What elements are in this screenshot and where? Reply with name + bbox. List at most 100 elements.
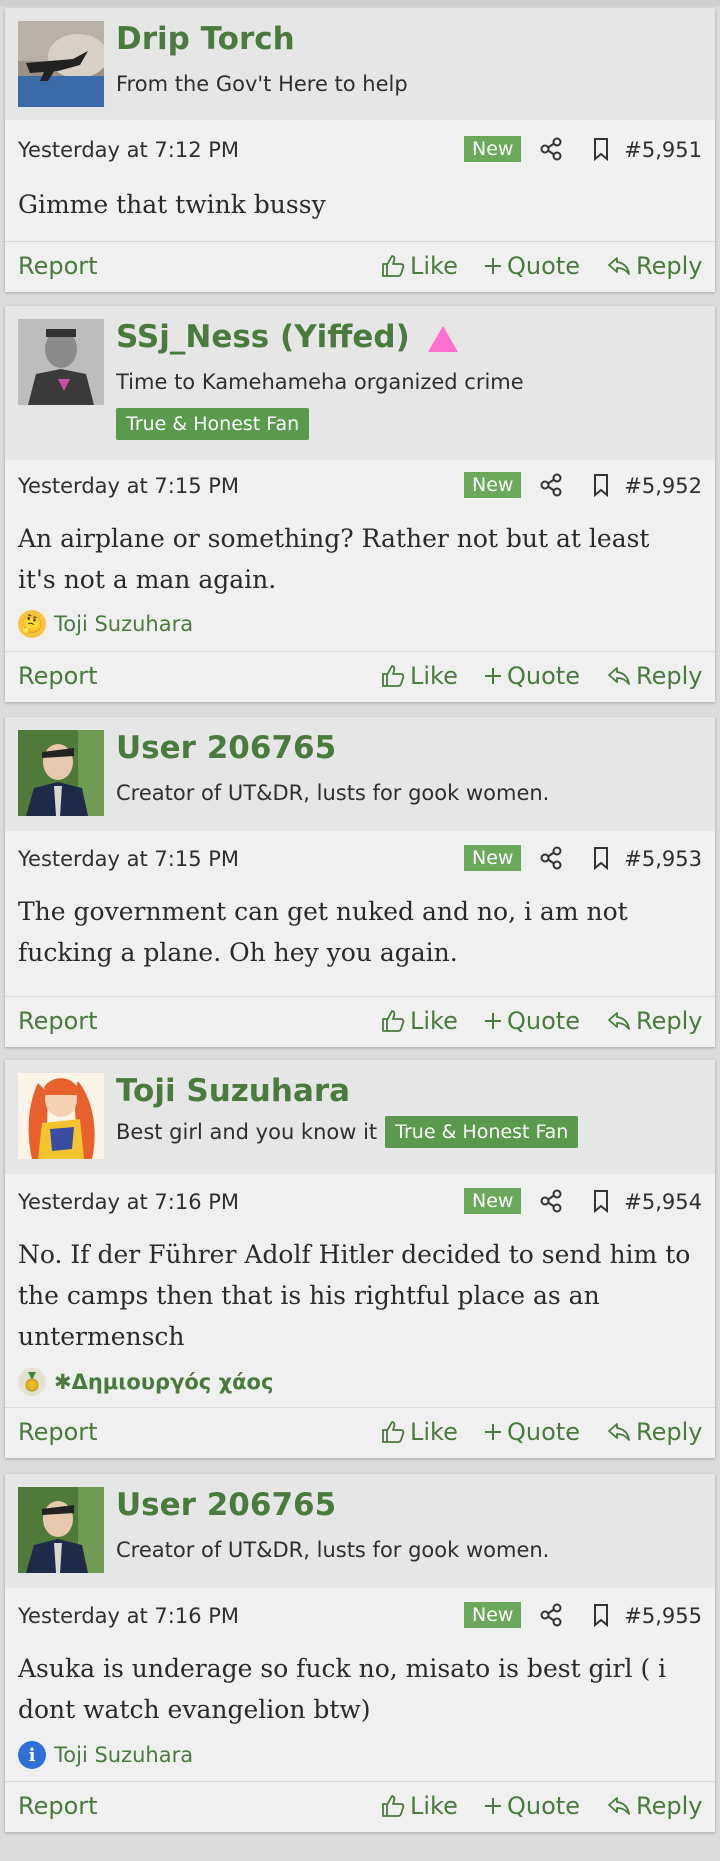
post-number[interactable]: #5,951: [624, 138, 702, 162]
quote-button[interactable]: Quote: [483, 252, 580, 280]
plus-icon: [485, 1424, 501, 1440]
like-label: Like: [410, 662, 458, 690]
like-button[interactable]: Like: [380, 1792, 458, 1820]
avatar[interactable]: [18, 1487, 104, 1573]
reply-label: Reply: [636, 1792, 703, 1820]
post-header: User 206765 Creator of UT&DR, lusts for …: [5, 1474, 715, 1588]
new-badge: New: [464, 1188, 522, 1214]
post-footer: Report Like Quote Reply: [5, 241, 715, 292]
reply-icon: [608, 1423, 630, 1441]
post-number[interactable]: #5,953: [624, 847, 702, 871]
new-badge: New: [464, 472, 522, 498]
post-meta: Yesterday at 7:16 PM New #5,955: [18, 1602, 702, 1632]
bookmark-icon[interactable]: [588, 472, 614, 503]
post-date[interactable]: Yesterday at 7:16 PM: [18, 1604, 239, 1628]
like-button[interactable]: Like: [380, 252, 458, 280]
username[interactable]: Toji Suzuhara: [116, 1073, 350, 1109]
reply-button[interactable]: Reply: [606, 1007, 702, 1035]
like-button[interactable]: Like: [380, 662, 458, 690]
reply-button[interactable]: Reply: [606, 1792, 702, 1820]
quote-label: Quote: [507, 662, 580, 690]
post-5954: Toji Suzuhara Best girl and you know it …: [5, 1060, 715, 1458]
report-button[interactable]: Report: [18, 662, 98, 690]
share-icon[interactable]: [538, 472, 564, 503]
plus-icon: [485, 1798, 501, 1814]
thumbs-up-icon: [382, 1795, 405, 1817]
post-5955: User 206765 Creator of UT&DR, lusts for …: [5, 1474, 715, 1832]
reply-icon: [608, 1797, 630, 1815]
quote-button[interactable]: Quote: [483, 1792, 580, 1820]
username[interactable]: Drip Torch: [116, 21, 295, 57]
reply-button[interactable]: Reply: [606, 1418, 702, 1446]
share-icon[interactable]: [538, 1602, 564, 1633]
quote-button[interactable]: Quote: [483, 662, 580, 690]
thumbs-up-icon: [382, 1421, 405, 1443]
post-body: Asuka is underage so fuck no, misato is …: [18, 1654, 667, 1724]
report-button[interactable]: Report: [18, 1792, 98, 1820]
like-label: Like: [410, 252, 458, 280]
post-footer: Report Like Quote Reply: [5, 651, 715, 702]
info-icon: i: [18, 1741, 46, 1769]
post-header: User 206765 Creator of UT&DR, lusts for …: [5, 717, 715, 831]
user-banner: True & Honest Fan: [385, 1116, 579, 1148]
avatar[interactable]: [18, 21, 104, 107]
post-number[interactable]: #5,954: [624, 1190, 702, 1214]
quote-label: Quote: [507, 252, 580, 280]
post-number[interactable]: #5,952: [624, 474, 702, 498]
quote-button[interactable]: Quote: [483, 1418, 580, 1446]
thumbs-up-icon: [382, 255, 405, 277]
reaction-bar[interactable]: i Toji Suzuhara: [18, 1740, 193, 1770]
post-date[interactable]: Yesterday at 7:15 PM: [18, 474, 239, 498]
reaction-bar[interactable]: ✱Δημιουργός χάος: [18, 1367, 273, 1397]
reply-button[interactable]: Reply: [606, 662, 702, 690]
reply-icon: [608, 257, 630, 275]
avatar[interactable]: [18, 730, 104, 816]
quote-label: Quote: [507, 1418, 580, 1446]
post-date[interactable]: Yesterday at 7:12 PM: [18, 138, 239, 162]
reply-label: Reply: [636, 1007, 703, 1035]
post-body: The government can get nuked and no, i a…: [18, 897, 628, 967]
username-row: SSj_Ness (Yiffed): [116, 319, 459, 355]
username[interactable]: SSj_Ness (Yiffed): [116, 319, 410, 355]
post-meta: Yesterday at 7:15 PM New #5,952: [18, 472, 702, 502]
share-icon[interactable]: [538, 136, 564, 167]
plus-icon: [485, 668, 501, 684]
reply-label: Reply: [636, 252, 703, 280]
reply-label: Reply: [636, 662, 703, 690]
avatar[interactable]: [18, 1073, 104, 1159]
like-button[interactable]: Like: [380, 1007, 458, 1035]
reaction-users[interactable]: Toji Suzuhara: [54, 612, 193, 636]
username[interactable]: User 206765: [116, 1487, 336, 1523]
new-badge: New: [464, 1602, 522, 1628]
bookmark-icon[interactable]: [588, 1188, 614, 1219]
thumbs-up-icon: [382, 1010, 405, 1032]
reaction-users[interactable]: ✱Δημιουργός χάος: [54, 1370, 273, 1394]
avatar[interactable]: [18, 319, 104, 405]
share-icon[interactable]: [538, 845, 564, 876]
share-icon[interactable]: [538, 1188, 564, 1219]
like-button[interactable]: Like: [380, 1418, 458, 1446]
reply-button[interactable]: Reply: [606, 252, 702, 280]
reply-label: Reply: [636, 1418, 703, 1446]
plus-icon: [485, 258, 501, 274]
post-number[interactable]: #5,955: [624, 1604, 702, 1628]
post-date[interactable]: Yesterday at 7:16 PM: [18, 1190, 239, 1214]
reaction-bar[interactable]: 🤔 Toji Suzuhara: [18, 609, 193, 639]
report-button[interactable]: Report: [18, 1418, 98, 1446]
thumbs-up-icon: [382, 665, 405, 687]
report-button[interactable]: Report: [18, 1007, 98, 1035]
bookmark-icon[interactable]: [588, 1602, 614, 1633]
user-title: Time to Kamehameha organized crime: [116, 370, 524, 394]
bookmark-icon[interactable]: [588, 136, 614, 167]
post-date[interactable]: Yesterday at 7:15 PM: [18, 847, 239, 871]
reaction-users[interactable]: Toji Suzuhara: [54, 1743, 193, 1767]
post-body: No. If der Führer Adolf Hitler decided t…: [18, 1240, 691, 1351]
username[interactable]: User 206765: [116, 730, 336, 766]
post-body: Gimme that twink bussy: [18, 190, 326, 219]
quote-button[interactable]: Quote: [483, 1007, 580, 1035]
post-5953: User 206765 Creator of UT&DR, lusts for …: [5, 717, 715, 1047]
report-button[interactable]: Report: [18, 252, 98, 280]
like-label: Like: [410, 1007, 458, 1035]
post-footer: Report Like Quote Reply: [5, 996, 715, 1047]
bookmark-icon[interactable]: [588, 845, 614, 876]
